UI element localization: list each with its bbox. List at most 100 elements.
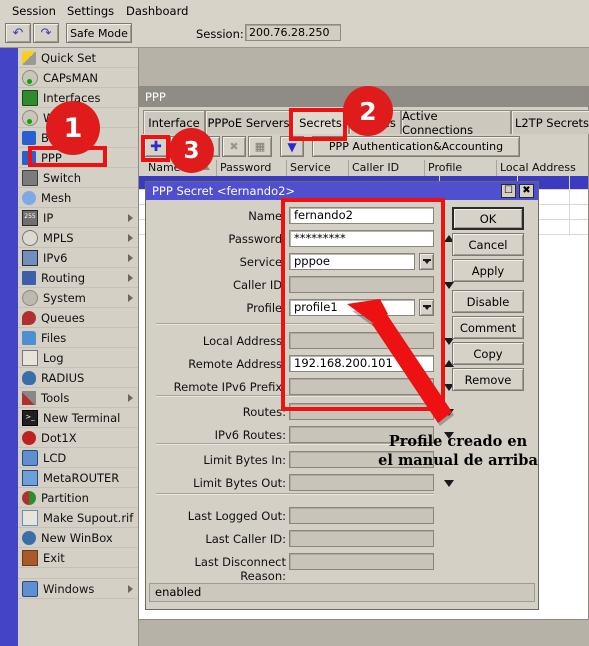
- field-input-last-caller-id[interactable]: [289, 530, 434, 547]
- field-input-last-logged-out[interactable]: [289, 507, 434, 524]
- field-label-last-caller-id: Last Caller ID:: [205, 532, 286, 546]
- lcd-icon: [22, 449, 38, 466]
- dialog-button-apply[interactable]: Apply: [452, 259, 524, 282]
- field-label-name: Name:: [248, 209, 286, 223]
- sidebar-item-label: Files: [41, 330, 67, 345]
- tools-icon: [22, 390, 36, 405]
- table-column-service[interactable]: Service: [287, 160, 349, 176]
- sidebar-item-tools[interactable]: Tools: [18, 388, 138, 408]
- sidebar-item-mesh[interactable]: Mesh: [18, 188, 138, 208]
- sidebar-item-new-winbox[interactable]: New WinBox: [18, 528, 138, 548]
- sidebar-divider: [18, 568, 138, 579]
- sidebar-item-label: System: [43, 290, 86, 305]
- files-icon: [22, 330, 36, 345]
- annotation-badge-1: 1: [46, 101, 100, 155]
- tab-l2tp-secrets[interactable]: L2TP Secrets: [511, 110, 589, 134]
- sidebar-item-capsman[interactable]: CAPsMAN: [18, 68, 138, 88]
- table-column-caller-id[interactable]: Caller ID: [349, 160, 425, 176]
- annotation-box-add-button: [141, 135, 170, 162]
- field-input-limit-bytes-out[interactable]: [289, 474, 434, 491]
- session-address-field[interactable]: 200.76.28.250: [245, 24, 341, 41]
- tab-pppoe-servers[interactable]: PPPoE Servers: [205, 110, 292, 134]
- redo-button[interactable]: ↷: [33, 23, 59, 43]
- dialog-button-ok[interactable]: OK: [452, 207, 524, 230]
- dialog-button-copy[interactable]: Copy: [452, 342, 524, 365]
- comment-icon: ▦: [254, 140, 266, 153]
- safe-mode-button[interactable]: Safe Mode: [66, 23, 132, 43]
- sidebar-item-metarouter[interactable]: MetaROUTER: [18, 468, 138, 488]
- undo-button[interactable]: ↶: [5, 23, 31, 43]
- dialog-button-remove[interactable]: Remove: [452, 368, 524, 391]
- sidebar-item-radius[interactable]: RADIUS: [18, 368, 138, 388]
- sidebar-item-log[interactable]: Log: [18, 348, 138, 368]
- sidebar-item-routing[interactable]: Routing: [18, 268, 138, 288]
- log-icon: [22, 349, 38, 366]
- chevron-right-icon: [128, 585, 133, 593]
- field-label-routes: Routes:: [242, 405, 286, 419]
- menu-item-session[interactable]: Session: [8, 3, 60, 19]
- field-label-limit-bytes-out: Limit Bytes Out:: [193, 476, 286, 490]
- disable-secret-button[interactable]: ✖: [222, 136, 246, 157]
- dialog-close-button[interactable]: ✖: [519, 184, 534, 198]
- sidebar-item-lcd[interactable]: LCD: [18, 448, 138, 468]
- sidebar-item-label: New WinBox: [41, 530, 113, 545]
- field-label-service: Service:: [239, 255, 286, 269]
- chevron-down-icon[interactable]: [444, 480, 454, 487]
- sidebar-item-partition[interactable]: Partition: [18, 488, 138, 508]
- sidebar-item-label: Quick Set: [41, 50, 97, 65]
- annotation-badge-2: 2: [343, 86, 393, 136]
- comment-secret-button[interactable]: ▦: [248, 136, 272, 157]
- sidebar-item-label: RADIUS: [41, 370, 85, 385]
- capsman-icon: [22, 69, 38, 86]
- field-label-password: Password:: [228, 232, 286, 246]
- sidebar-item-quick-set[interactable]: Quick Set: [18, 48, 138, 68]
- annotation-note-line2: el manual de arriba: [378, 452, 538, 469]
- sidebar-item-mpls[interactable]: MPLS: [18, 228, 138, 248]
- field-input-last-disconnect-reason[interactable]: [289, 553, 434, 570]
- sidebar-item-label: Windows: [43, 581, 95, 596]
- table-column-profile[interactable]: Profile: [425, 160, 497, 176]
- dialog-maximize-button[interactable]: ☐: [501, 184, 516, 198]
- sidebar-item-dot1x[interactable]: Dot1X: [18, 428, 138, 448]
- dialog-button-cancel[interactable]: Cancel: [452, 233, 524, 256]
- annotation-note: Profile creado en el manual de arriba: [373, 432, 543, 470]
- sidebar-item-windows[interactable]: Windows: [18, 579, 138, 599]
- quick-set-icon: [22, 50, 36, 65]
- chevron-right-icon: [128, 274, 133, 282]
- table-column-password[interactable]: Password: [217, 160, 287, 176]
- maximize-icon: ☐: [504, 185, 513, 196]
- windows-icon: [22, 580, 38, 597]
- field-label-caller-id: Caller ID:: [232, 278, 286, 292]
- sidebar-item-queues[interactable]: Queues: [18, 308, 138, 328]
- sidebar-item-label: CAPsMAN: [43, 70, 99, 85]
- queues-icon: [22, 310, 36, 325]
- sidebar-item-label: Queues: [41, 310, 85, 325]
- sidebar-item-ipv6[interactable]: IPv6: [18, 248, 138, 268]
- sidebar-item-new-terminal[interactable]: >_ New Terminal: [18, 408, 138, 428]
- tab-active-connections[interactable]: Active Connections: [401, 109, 511, 137]
- system-icon: [22, 289, 38, 306]
- sidebar-item-label: LCD: [43, 450, 67, 465]
- dialog-button-disable[interactable]: Disable: [452, 290, 524, 313]
- menu-item-settings[interactable]: Settings: [63, 3, 118, 19]
- sidebar-item-system[interactable]: System: [18, 288, 138, 308]
- dialog-status-bar: enabled: [149, 583, 535, 602]
- sidebar-item-exit[interactable]: Exit: [18, 548, 138, 568]
- sidebar-item-make-supout-rif[interactable]: Make Supout.rif: [18, 508, 138, 528]
- dialog-button-comment[interactable]: Comment: [452, 316, 524, 339]
- menu-item-dashboard[interactable]: Dashboard: [122, 3, 192, 19]
- chevron-down-icon[interactable]: [444, 282, 454, 289]
- table-column-local-address[interactable]: Local Address: [497, 160, 589, 176]
- wireless-icon: [22, 109, 38, 126]
- dialog-button-label: Copy: [473, 346, 503, 361]
- sidebar-item-files[interactable]: Files: [18, 328, 138, 348]
- close-icon: ✖: [522, 185, 531, 196]
- bridge-icon: [22, 130, 36, 145]
- sidebar-item-ip[interactable]: 255 IP: [18, 208, 138, 228]
- sidebar-item-switch[interactable]: Switch: [18, 168, 138, 188]
- mesh-icon: [22, 190, 36, 205]
- exit-icon: [22, 549, 38, 566]
- supout-icon: [22, 509, 38, 526]
- radius-icon: [22, 370, 36, 385]
- field-label-profile: Profile:: [246, 301, 286, 315]
